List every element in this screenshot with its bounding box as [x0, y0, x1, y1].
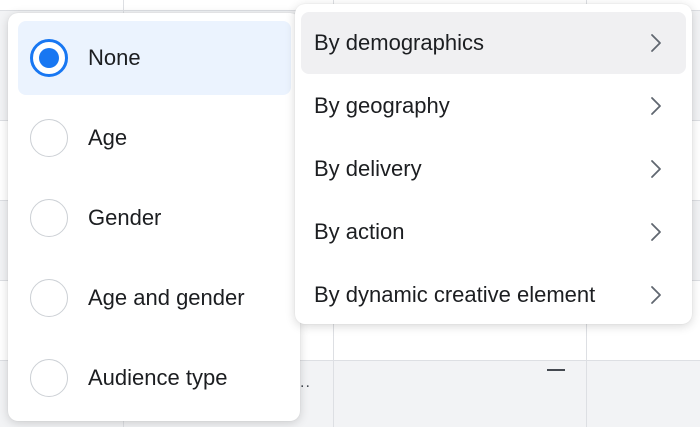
breakdown-option-label: Audience type	[88, 365, 228, 390]
radio-selected-dot	[39, 48, 59, 68]
menu-item-label: By action	[314, 219, 405, 244]
breakdown-options-menu: None Age Gender Age and gender Audience …	[8, 13, 300, 421]
truncated-cell-text: ..	[300, 374, 311, 391]
chevron-right-icon	[650, 33, 662, 53]
menu-item-label: By dynamic creative element	[314, 282, 596, 307]
chevron-right-icon	[650, 96, 662, 116]
breakdown-categories-menu: By demographics By geography By delivery…	[295, 4, 692, 324]
radio-button[interactable]	[30, 359, 68, 397]
chevron-right-icon	[650, 285, 662, 305]
breakdown-option-label: Age	[88, 125, 128, 150]
menu-item-by-dynamic-creative-element[interactable]: By dynamic creative element	[301, 264, 686, 326]
menu-item-label: By demographics	[314, 30, 484, 55]
breakdown-option-label: None	[88, 45, 141, 70]
menu-item-by-action[interactable]: By action	[301, 201, 686, 263]
menu-item-by-demographics[interactable]: By demographics	[301, 12, 686, 74]
menu-item-label: By delivery	[314, 156, 422, 181]
chevron-right-icon	[650, 159, 662, 179]
radio-button-checked[interactable]	[30, 39, 68, 77]
menu-item-by-geography[interactable]: By geography	[301, 75, 686, 137]
breakdown-option-age-and-gender[interactable]: Age and gender	[18, 261, 291, 335]
radio-button[interactable]	[30, 119, 68, 157]
menu-item-label: By geography	[314, 93, 450, 118]
breakdown-option-none[interactable]: None	[18, 21, 291, 95]
breakdown-option-audience-type[interactable]: Audience type	[18, 341, 291, 415]
menu-item-by-delivery[interactable]: By delivery	[301, 138, 686, 200]
chevron-right-icon	[650, 222, 662, 242]
breakdown-option-gender[interactable]: Gender	[18, 181, 291, 255]
radio-button[interactable]	[30, 279, 68, 317]
empty-cell-dash: –	[547, 369, 565, 371]
breakdown-option-label: Age and gender	[88, 285, 245, 310]
breakdown-option-label: Gender	[88, 205, 162, 230]
radio-button[interactable]	[30, 199, 68, 237]
breakdown-option-age[interactable]: Age	[18, 101, 291, 175]
